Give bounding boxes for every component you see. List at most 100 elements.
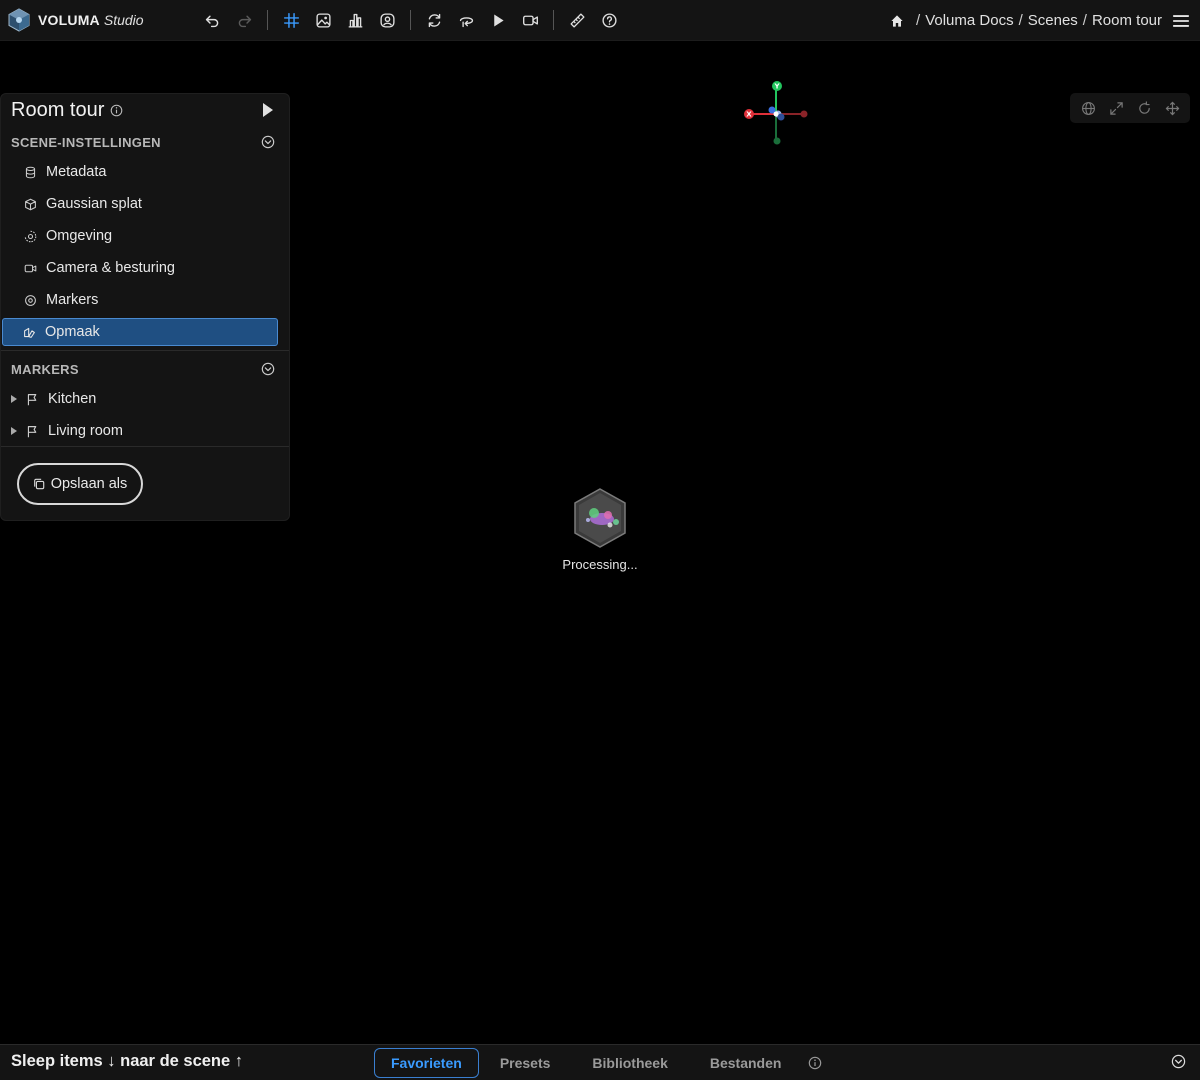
marker-item-living-room[interactable]: Living room bbox=[1, 415, 289, 447]
panel-collapse-icon[interactable] bbox=[261, 102, 275, 118]
save-as-button[interactable]: Opslaan als bbox=[17, 463, 143, 505]
marker-label: Kitchen bbox=[48, 391, 97, 407]
help-button[interactable] bbox=[593, 4, 625, 36]
section-divider bbox=[1, 350, 289, 351]
rotate-button[interactable] bbox=[1135, 99, 1153, 117]
breadcrumb-current: Room tour bbox=[1091, 12, 1162, 29]
reset-view-button[interactable] bbox=[450, 4, 482, 36]
copy-icon bbox=[33, 478, 44, 490]
toolbar-divider bbox=[553, 10, 554, 30]
user-circle-icon bbox=[379, 12, 395, 28]
redo-button[interactable] bbox=[228, 4, 260, 36]
nav-item-label: Metadata bbox=[46, 164, 107, 180]
cube-icon bbox=[25, 198, 36, 210]
nav-item-label: Markers bbox=[46, 292, 99, 308]
scene-settings-header[interactable]: SCENE-INSTELLINGEN bbox=[1, 128, 289, 156]
nav-item-label: Opmaak bbox=[45, 324, 100, 340]
info-icon[interactable] bbox=[110, 104, 123, 117]
markers-header[interactable]: MARKERS bbox=[1, 355, 289, 383]
nav-item-opmaak[interactable]: Opmaak bbox=[2, 318, 278, 346]
brand[interactable]: VOLUMA Studio bbox=[0, 8, 190, 32]
breadcrumb-item[interactable]: Scenes bbox=[1028, 12, 1078, 29]
globe-icon bbox=[1081, 101, 1095, 115]
chevron-down-circle-icon[interactable] bbox=[261, 362, 275, 376]
nav-item-omgeving[interactable]: Omgeving bbox=[2, 220, 288, 252]
nav-item-label: Camera & besturing bbox=[46, 260, 175, 276]
database-icon bbox=[25, 166, 36, 178]
toolbar-divider bbox=[410, 10, 411, 30]
image-icon bbox=[315, 12, 331, 28]
brand-name: VOLUMA bbox=[38, 12, 100, 28]
chevron-down-circle-icon[interactable] bbox=[1171, 1054, 1186, 1069]
svg-text:X: X bbox=[746, 111, 752, 119]
avatar-button[interactable] bbox=[371, 4, 403, 36]
processing-status: Processing... bbox=[562, 557, 638, 572]
tab-favorieten[interactable]: Favorieten bbox=[374, 1048, 479, 1078]
nav-item-label: Omgeving bbox=[46, 228, 113, 244]
processing-indicator: Processing... bbox=[550, 487, 650, 572]
tab-presets[interactable]: Presets bbox=[479, 1048, 572, 1078]
record-button[interactable] bbox=[514, 4, 546, 36]
breadcrumb: / Voluma Docs / Scenes / Room tour bbox=[889, 0, 1162, 41]
nav-item-label: Gaussian splat bbox=[46, 196, 142, 212]
caret-right-icon[interactable] bbox=[10, 395, 18, 403]
fullscreen-button[interactable] bbox=[1107, 99, 1125, 117]
rotate-icon bbox=[1138, 100, 1150, 114]
tab-bibliotheek[interactable]: Bibliotheek bbox=[571, 1048, 688, 1078]
chevron-down-circle-icon[interactable] bbox=[261, 135, 275, 149]
refresh-icon bbox=[428, 13, 440, 27]
svg-text:Y: Y bbox=[773, 83, 780, 91]
panel-header: Room tour bbox=[1, 94, 289, 126]
menu-icon[interactable] bbox=[1172, 12, 1190, 30]
top-bar: VOLUMA Studio / Voluma Docs / Scenes / R… bbox=[0, 0, 1200, 41]
home-icon[interactable] bbox=[889, 13, 905, 29]
info-icon[interactable] bbox=[808, 1056, 822, 1070]
environment-icon bbox=[24, 230, 37, 242]
nav-item-gaussian-splat[interactable]: Gaussian splat bbox=[2, 188, 288, 220]
location-pin-icon bbox=[25, 294, 36, 306]
asset-tabs: Favorieten Presets Bibliotheek Bestanden bbox=[374, 1045, 822, 1080]
breadcrumb-item[interactable]: Voluma Docs bbox=[925, 12, 1013, 29]
grid-icon bbox=[283, 12, 299, 28]
save-section: Opslaan als bbox=[1, 446, 289, 520]
move-button[interactable] bbox=[1163, 99, 1181, 117]
undo-button[interactable] bbox=[196, 4, 228, 36]
tab-bestanden[interactable]: Bestanden bbox=[689, 1048, 803, 1078]
nav-item-markers[interactable]: Markers bbox=[2, 284, 288, 316]
marker-label: Living room bbox=[48, 423, 123, 439]
toolbar-divider bbox=[267, 10, 268, 30]
marker-item-kitchen[interactable]: Kitchen bbox=[1, 383, 289, 415]
view-controls bbox=[1070, 93, 1190, 123]
play-icon bbox=[493, 14, 504, 26]
breadcrumb-separator: / bbox=[1082, 12, 1087, 29]
nav-item-metadata[interactable]: Metadata bbox=[2, 156, 288, 188]
panel-title: Room tour bbox=[11, 98, 105, 121]
measure-button[interactable] bbox=[561, 4, 593, 36]
brand-subtitle: Studio bbox=[103, 12, 144, 28]
chart-button[interactable] bbox=[339, 4, 371, 36]
flag-icon bbox=[27, 393, 37, 405]
axis-gizmo[interactable]: Y X bbox=[740, 78, 812, 150]
caret-right-icon[interactable] bbox=[10, 427, 18, 435]
processing-hexagon-icon bbox=[574, 488, 626, 548]
nav-item-camera[interactable]: Camera & besturing bbox=[2, 252, 288, 284]
undo-icon bbox=[205, 15, 218, 27]
grid-button[interactable] bbox=[275, 4, 307, 36]
drag-hint: Sleep items ↓ naar de scene ↑ bbox=[11, 1052, 244, 1070]
refresh-button[interactable] bbox=[418, 4, 450, 36]
reset-view-icon bbox=[459, 16, 473, 27]
toolbar bbox=[196, 4, 625, 36]
image-button[interactable] bbox=[307, 4, 339, 36]
voluma-logo-icon bbox=[8, 8, 30, 32]
chart-icon bbox=[348, 13, 362, 28]
help-icon bbox=[601, 12, 617, 28]
flag-icon bbox=[27, 425, 37, 437]
video-camera-icon bbox=[522, 15, 538, 25]
camera-icon bbox=[24, 264, 37, 272]
globe-button[interactable] bbox=[1079, 99, 1097, 117]
save-as-label: Opslaan als bbox=[50, 476, 128, 492]
scene-panel: Room tour SCENE-INSTELLINGEN Metadata Ga… bbox=[0, 93, 290, 521]
section-label: SCENE-INSTELLINGEN bbox=[11, 134, 161, 150]
breadcrumb-separator: / bbox=[1018, 12, 1023, 29]
play-button[interactable] bbox=[482, 4, 514, 36]
